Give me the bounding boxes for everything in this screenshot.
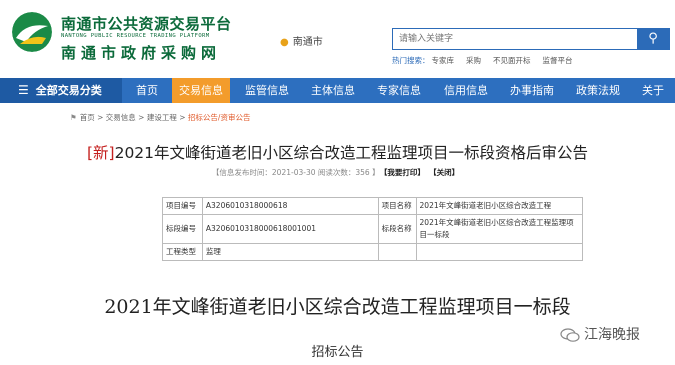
notice-meta: 【信息发布时间：2021-03-30 阅读次数：356 】【我要打印】 【关闭】 bbox=[0, 167, 675, 178]
table-row: 项目编号 A3206010318000618 项目名称 2021年文峰街道老旧小… bbox=[162, 197, 584, 215]
site-header: 南通市公共资源交易平台 NANTONG PUBLIC RESOURCE TRAD… bbox=[0, 0, 675, 78]
publish-info: 【信息发布时间：2021-03-30 阅读次数：356 】 bbox=[211, 168, 380, 177]
watermark-text: 江海晚报 bbox=[584, 327, 640, 343]
table-cell: 2021年文峰街道老旧小区综合改造工程 bbox=[415, 197, 584, 215]
nav-item-about[interactable]: 关于 bbox=[636, 78, 675, 103]
table-cell: 监理 bbox=[201, 243, 379, 261]
table-cell: 项目编号 bbox=[162, 197, 203, 215]
location-label: 南通市 bbox=[292, 37, 323, 48]
table-cell bbox=[415, 243, 584, 261]
table-cell: 标段名称 bbox=[377, 214, 417, 244]
site-logo[interactable] bbox=[12, 12, 52, 52]
table-cell: 2021年文峰街道老旧小区综合改造工程监理项目一标段 bbox=[415, 214, 584, 244]
wechat-icon bbox=[560, 328, 580, 342]
nav-item-trading-info[interactable]: 交易信息 bbox=[172, 78, 230, 103]
table-cell: 标段编号 bbox=[162, 214, 203, 244]
table-cell bbox=[377, 243, 417, 261]
nav-item-expert-info[interactable]: 专家信息 bbox=[370, 78, 428, 103]
nav-item-policy[interactable]: 政策法规 bbox=[569, 78, 627, 103]
all-categories-label: 全部交易分类 bbox=[35, 84, 102, 97]
breadcrumb-trading-info[interactable]: 交易信息 bbox=[106, 113, 136, 122]
main-nav: ☰ 全部交易分类 首页 交易信息 监管信息 主体信息 专家信息 信用信息 办事指南… bbox=[0, 78, 675, 103]
nav-item-credit-info[interactable]: 信用信息 bbox=[437, 78, 495, 103]
hot-item[interactable]: 采购 bbox=[466, 56, 481, 65]
breadcrumb: ⚑ 首页 > 交易信息 > 建设工程 > 招标公告/资审公告 bbox=[70, 113, 251, 122]
search-input[interactable] bbox=[393, 29, 637, 49]
notice-title-text: 2021年文峰街道老旧小区综合改造工程监理项目一标段资格后审公告 bbox=[114, 144, 589, 162]
watermark: 江海晚报 bbox=[560, 324, 640, 344]
location-selector[interactable]: ● 南通市 bbox=[280, 33, 323, 48]
print-button[interactable]: 【我要打印】 bbox=[384, 168, 425, 177]
breadcrumb-current[interactable]: 招标公告/资审公告 bbox=[188, 113, 251, 122]
home-icon: ⚑ bbox=[70, 113, 77, 122]
location-pin-icon: ● bbox=[280, 37, 289, 48]
search-box: ⚲ bbox=[392, 28, 670, 50]
table-cell: 项目名称 bbox=[377, 197, 417, 215]
nav-item-entity-info[interactable]: 主体信息 bbox=[304, 78, 362, 103]
notice-title: [新]2021年文峰街道老旧小区综合改造工程监理项目一标段资格后审公告 bbox=[0, 141, 675, 163]
project-info-table: 项目编号 A3206010318000618 项目名称 2021年文峰街道老旧小… bbox=[162, 197, 584, 261]
search-button[interactable]: ⚲ bbox=[637, 29, 669, 49]
breadcrumb-home[interactable]: 首页 bbox=[80, 113, 95, 122]
nav-item-guide[interactable]: 办事指南 bbox=[503, 78, 561, 103]
breadcrumb-construction[interactable]: 建设工程 bbox=[147, 113, 177, 122]
hot-label: 热门搜索： bbox=[392, 56, 430, 65]
brand-subtitle: 南通市政府采购网 bbox=[61, 44, 222, 62]
search-icon: ⚲ bbox=[648, 31, 658, 46]
table-cell: A3206010318000618001001 bbox=[201, 214, 379, 244]
hot-searches: 热门搜索： 专家库 采购 不见面开标 监督平台 bbox=[392, 55, 585, 66]
content-heading: 2021年文峰街道老旧小区综合改造工程监理项目一标段 bbox=[104, 296, 571, 318]
all-categories-button[interactable]: ☰ 全部交易分类 bbox=[0, 78, 122, 103]
hot-item[interactable]: 专家库 bbox=[432, 56, 455, 65]
table-cell: A3206010318000618 bbox=[201, 197, 379, 215]
nav-item-home[interactable]: 首页 bbox=[127, 78, 167, 103]
brand-subtitle-en: NANTONG PUBLIC RESOURCE TRADING PLATFORM bbox=[61, 33, 210, 39]
table-row: 标段编号 A3206010318000618001001 标段名称 2021年文… bbox=[162, 214, 584, 244]
hot-item[interactable]: 不见面开标 bbox=[493, 56, 531, 65]
hot-item[interactable]: 监督平台 bbox=[543, 56, 573, 65]
menu-icon: ☰ bbox=[18, 83, 29, 97]
new-badge: [新] bbox=[86, 144, 115, 162]
nav-item-regulation-info[interactable]: 监管信息 bbox=[238, 78, 296, 103]
close-button[interactable]: 【关闭】 bbox=[433, 168, 459, 177]
table-row: 工程类型 监理 bbox=[162, 243, 584, 261]
table-cell: 工程类型 bbox=[162, 243, 203, 261]
brand-title: 南通市公共资源交易平台 bbox=[61, 15, 232, 33]
